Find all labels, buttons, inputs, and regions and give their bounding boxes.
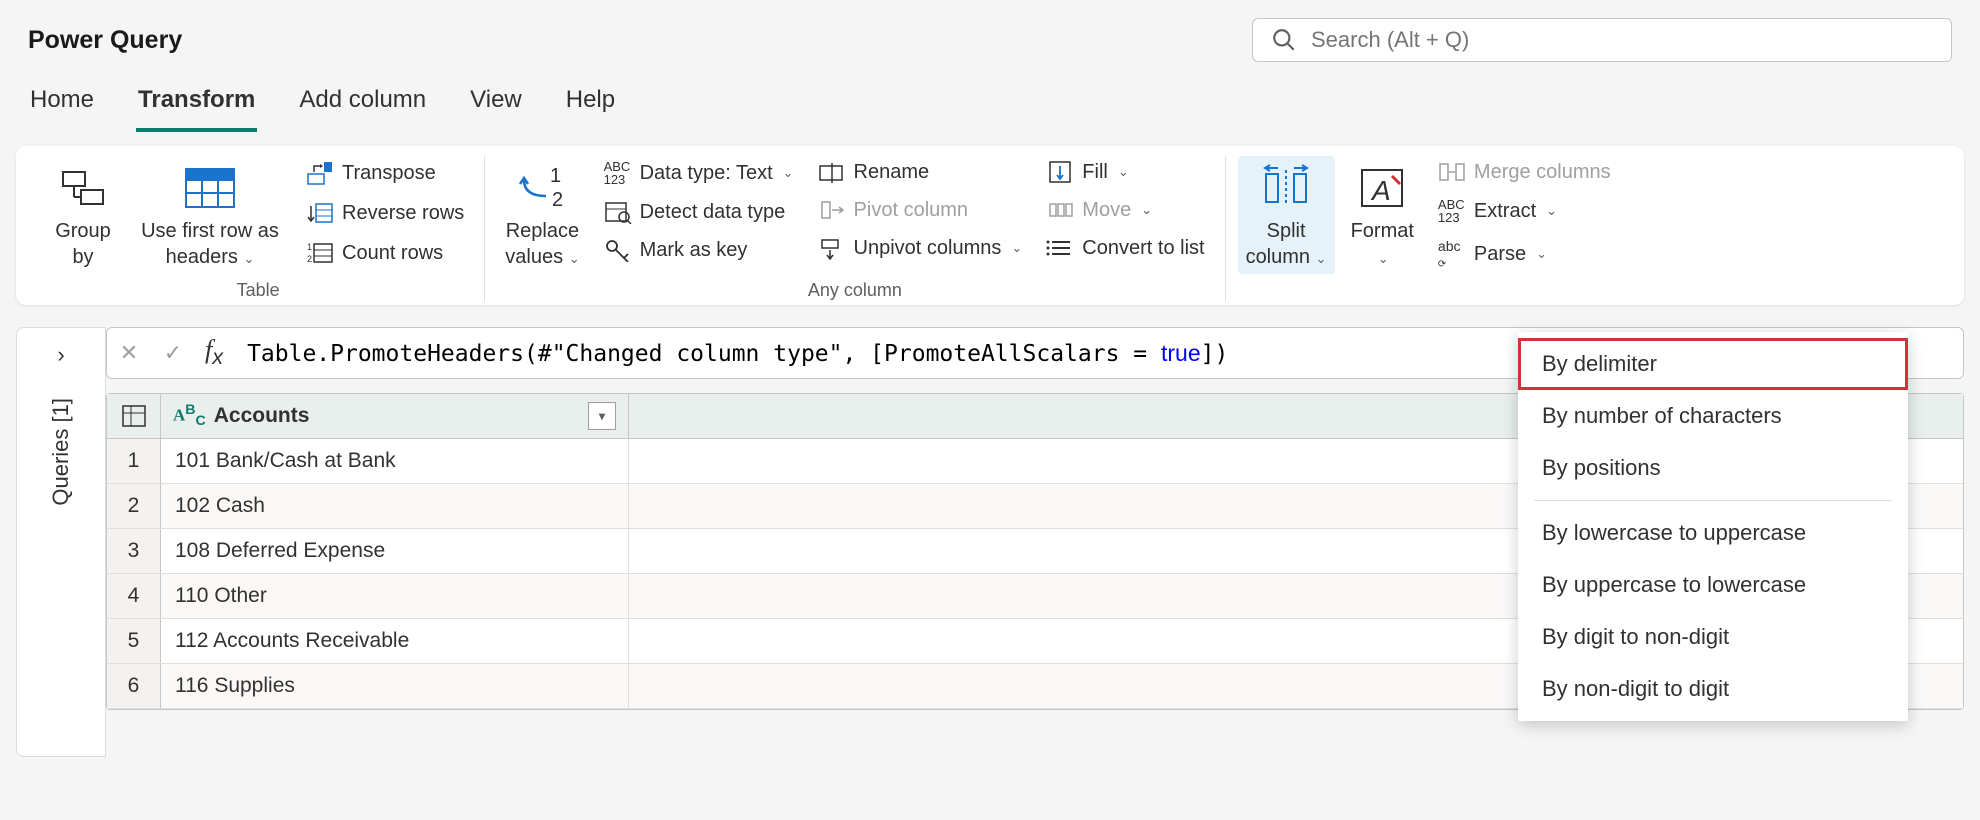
move-button: Move⌄ xyxy=(1038,194,1212,226)
menu-by-positions[interactable]: By positions xyxy=(1518,442,1908,494)
tab-transform[interactable]: Transform xyxy=(136,80,257,132)
tab-home[interactable]: Home xyxy=(28,80,96,132)
list-icon xyxy=(1046,236,1074,260)
fill-icon xyxy=(1046,160,1074,184)
column-header-accounts[interactable]: ABC Accounts ▾ xyxy=(161,394,629,438)
row-number: 3 xyxy=(107,529,161,573)
reverse-rows-icon xyxy=(306,200,334,226)
expand-queries-icon[interactable]: › xyxy=(57,342,64,368)
cell[interactable]: 102 Cash xyxy=(161,484,629,528)
split-column-menu: By delimiter By number of characters By … xyxy=(1518,332,1908,721)
column-type-icon: ABC xyxy=(173,402,206,429)
replace-values-icon: 12 xyxy=(514,164,570,212)
count-rows-button[interactable]: 12 Count rows xyxy=(298,236,472,270)
rename-button[interactable]: Rename xyxy=(810,156,1031,188)
queries-label: Queries [1] xyxy=(48,398,74,506)
row-number: 6 xyxy=(107,664,161,708)
app-title: Power Query xyxy=(28,26,182,55)
ribbon-group-text: Split column ⌄ A Format⌄ Merge columns A… xyxy=(1225,156,1631,301)
abc123-icon: ABC123 xyxy=(604,160,632,186)
rename-icon xyxy=(818,160,846,184)
parse-button[interactable]: abc⟳ Parse⌄ xyxy=(1430,234,1619,274)
detect-data-type-button[interactable]: Detect data type xyxy=(596,196,802,228)
use-first-row-button[interactable]: Use first row as headers ⌄ xyxy=(130,156,290,274)
svg-text:1: 1 xyxy=(307,242,312,252)
search-box[interactable] xyxy=(1252,18,1952,62)
split-column-button[interactable]: Split column ⌄ xyxy=(1238,156,1335,274)
mark-as-key-button[interactable]: Mark as key xyxy=(596,234,802,266)
ribbon-group-table: Group by Use first row as headers ⌄ Tran… xyxy=(32,156,484,301)
cell[interactable]: 112 Accounts Receivable xyxy=(161,619,629,663)
ribbon-group-any-column: 12 Replace values ⌄ ABC123 Data type: Te… xyxy=(484,156,1224,301)
table-headers-icon xyxy=(183,166,237,210)
transpose-icon xyxy=(306,160,334,186)
row-number: 2 xyxy=(107,484,161,528)
search-input[interactable] xyxy=(1311,27,1933,53)
transpose-button[interactable]: Transpose xyxy=(298,156,472,190)
svg-text:2: 2 xyxy=(552,189,563,211)
pivot-icon xyxy=(818,198,846,222)
abc123-icon: ABC123 xyxy=(1438,198,1466,224)
convert-to-list-button[interactable]: Convert to list xyxy=(1038,232,1212,264)
tab-add-column[interactable]: Add column xyxy=(297,80,428,132)
cell[interactable]: 110 Other xyxy=(161,574,629,618)
cell[interactable]: 101 Bank/Cash at Bank xyxy=(161,439,629,483)
menu-by-delimiter[interactable]: By delimiter xyxy=(1518,338,1908,390)
replace-values-button[interactable]: 12 Replace values ⌄ xyxy=(497,156,587,274)
grid-corner[interactable] xyxy=(107,394,161,438)
formula-commit-button[interactable]: ✓ xyxy=(151,340,195,366)
menu-by-digit-nondigit[interactable]: By digit to non-digit xyxy=(1518,611,1908,663)
count-rows-icon: 12 xyxy=(306,240,334,266)
svg-text:A: A xyxy=(1370,175,1391,206)
merge-columns-button: Merge columns xyxy=(1430,156,1619,188)
app-header: Power Query xyxy=(0,0,1980,72)
ribbon: Group by Use first row as headers ⌄ Tran… xyxy=(16,146,1964,305)
group-by-button[interactable]: Group by xyxy=(44,156,122,274)
formula-cancel-button[interactable]: ✕ xyxy=(107,340,151,366)
abc-icon: abc⟳ xyxy=(1438,238,1466,270)
tab-help[interactable]: Help xyxy=(564,80,617,132)
detect-type-icon xyxy=(604,200,632,224)
svg-text:2: 2 xyxy=(307,254,312,264)
menu-by-uppercase-lowercase[interactable]: By uppercase to lowercase xyxy=(1518,559,1908,611)
merge-icon xyxy=(1438,160,1466,184)
format-button[interactable]: A Format⌄ xyxy=(1343,156,1422,274)
cell[interactable]: 108 Deferred Expense xyxy=(161,529,629,573)
move-icon xyxy=(1046,198,1074,222)
column-filter-button[interactable]: ▾ xyxy=(588,402,616,430)
split-column-icon xyxy=(1258,164,1314,212)
table-icon xyxy=(121,404,147,428)
format-icon: A xyxy=(1356,164,1408,212)
fx-icon[interactable]: fx xyxy=(195,335,233,370)
tab-bar: Home Transform Add column View Help xyxy=(0,72,1980,132)
row-number: 4 xyxy=(107,574,161,618)
tab-view[interactable]: View xyxy=(468,80,524,132)
unpivot-columns-button[interactable]: Unpivot columns⌄ xyxy=(810,232,1031,264)
key-icon xyxy=(604,238,632,262)
menu-by-number-characters[interactable]: By number of characters xyxy=(1518,390,1908,442)
menu-by-lowercase-uppercase[interactable]: By lowercase to uppercase xyxy=(1518,507,1908,559)
extract-button[interactable]: ABC123 Extract⌄ xyxy=(1430,194,1619,228)
queries-panel[interactable]: › Queries [1] xyxy=(16,327,106,757)
data-type-button[interactable]: ABC123 Data type: Text⌄ xyxy=(596,156,802,190)
search-icon xyxy=(1271,27,1297,53)
cell[interactable]: 116 Supplies xyxy=(161,664,629,708)
row-number: 1 xyxy=(107,439,161,483)
reverse-rows-button[interactable]: Reverse rows xyxy=(298,196,472,230)
group-by-icon xyxy=(59,168,107,208)
row-number: 5 xyxy=(107,619,161,663)
pivot-column-button: Pivot column xyxy=(810,194,1031,226)
menu-by-nondigit-digit[interactable]: By non-digit to digit xyxy=(1518,663,1908,715)
fill-button[interactable]: Fill⌄ xyxy=(1038,156,1212,188)
svg-text:1: 1 xyxy=(550,165,561,187)
menu-divider xyxy=(1534,500,1892,501)
unpivot-icon xyxy=(818,236,846,260)
